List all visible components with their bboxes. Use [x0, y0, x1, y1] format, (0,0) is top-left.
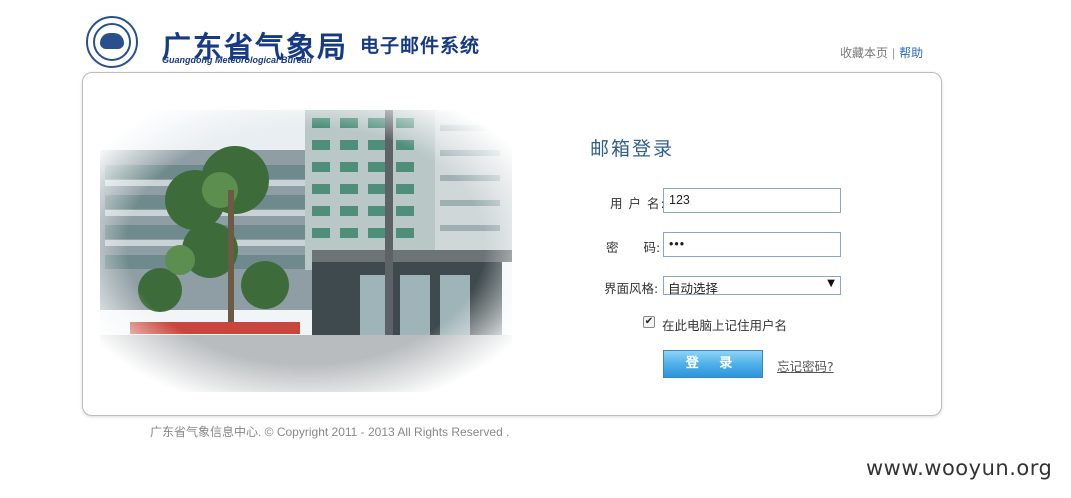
checkmark-icon: ✔ [644, 316, 654, 327]
chevron-down-icon: ▼ [827, 278, 835, 289]
style-select[interactable]: 自动选择 ▼ [663, 276, 841, 296]
password-label: 密 码: [606, 240, 661, 255]
help-link[interactable]: 帮助 [899, 46, 923, 60]
brand-title-en: Guangdong Meteorological Bureau [162, 55, 313, 65]
remember-label: 在此电脑上记住用户名 [662, 318, 788, 333]
link-separator: | [892, 46, 896, 60]
system-name: 电子邮件系统 [360, 35, 481, 57]
building-photo [100, 110, 512, 392]
remember-checkbox[interactable]: ✔ [643, 316, 655, 328]
logo-cloud [100, 33, 124, 49]
style-label: 界面风格: [604, 281, 659, 296]
bureau-logo-icon [86, 16, 138, 68]
forgot-password-link[interactable]: 忘记密码? [777, 356, 834, 375]
username-label: 用 户 名: [610, 196, 666, 211]
style-selected-value: 自动选择 [668, 281, 719, 296]
favorite-link[interactable]: 收藏本页 [840, 46, 888, 60]
password-input[interactable]: ••• [663, 232, 841, 257]
copyright-footer: 广东省气象信息中心. © Copyright 2011 - 2013 All R… [150, 425, 510, 439]
watermark-text: www.wooyun.org [866, 456, 1053, 480]
username-input[interactable]: 123 [663, 188, 841, 213]
login-button[interactable]: 登 录 [663, 350, 763, 378]
top-links: 收藏本页 | 帮助 [840, 44, 923, 61]
login-title: 邮箱登录 [590, 138, 675, 160]
building-photo-illustration [100, 110, 512, 392]
